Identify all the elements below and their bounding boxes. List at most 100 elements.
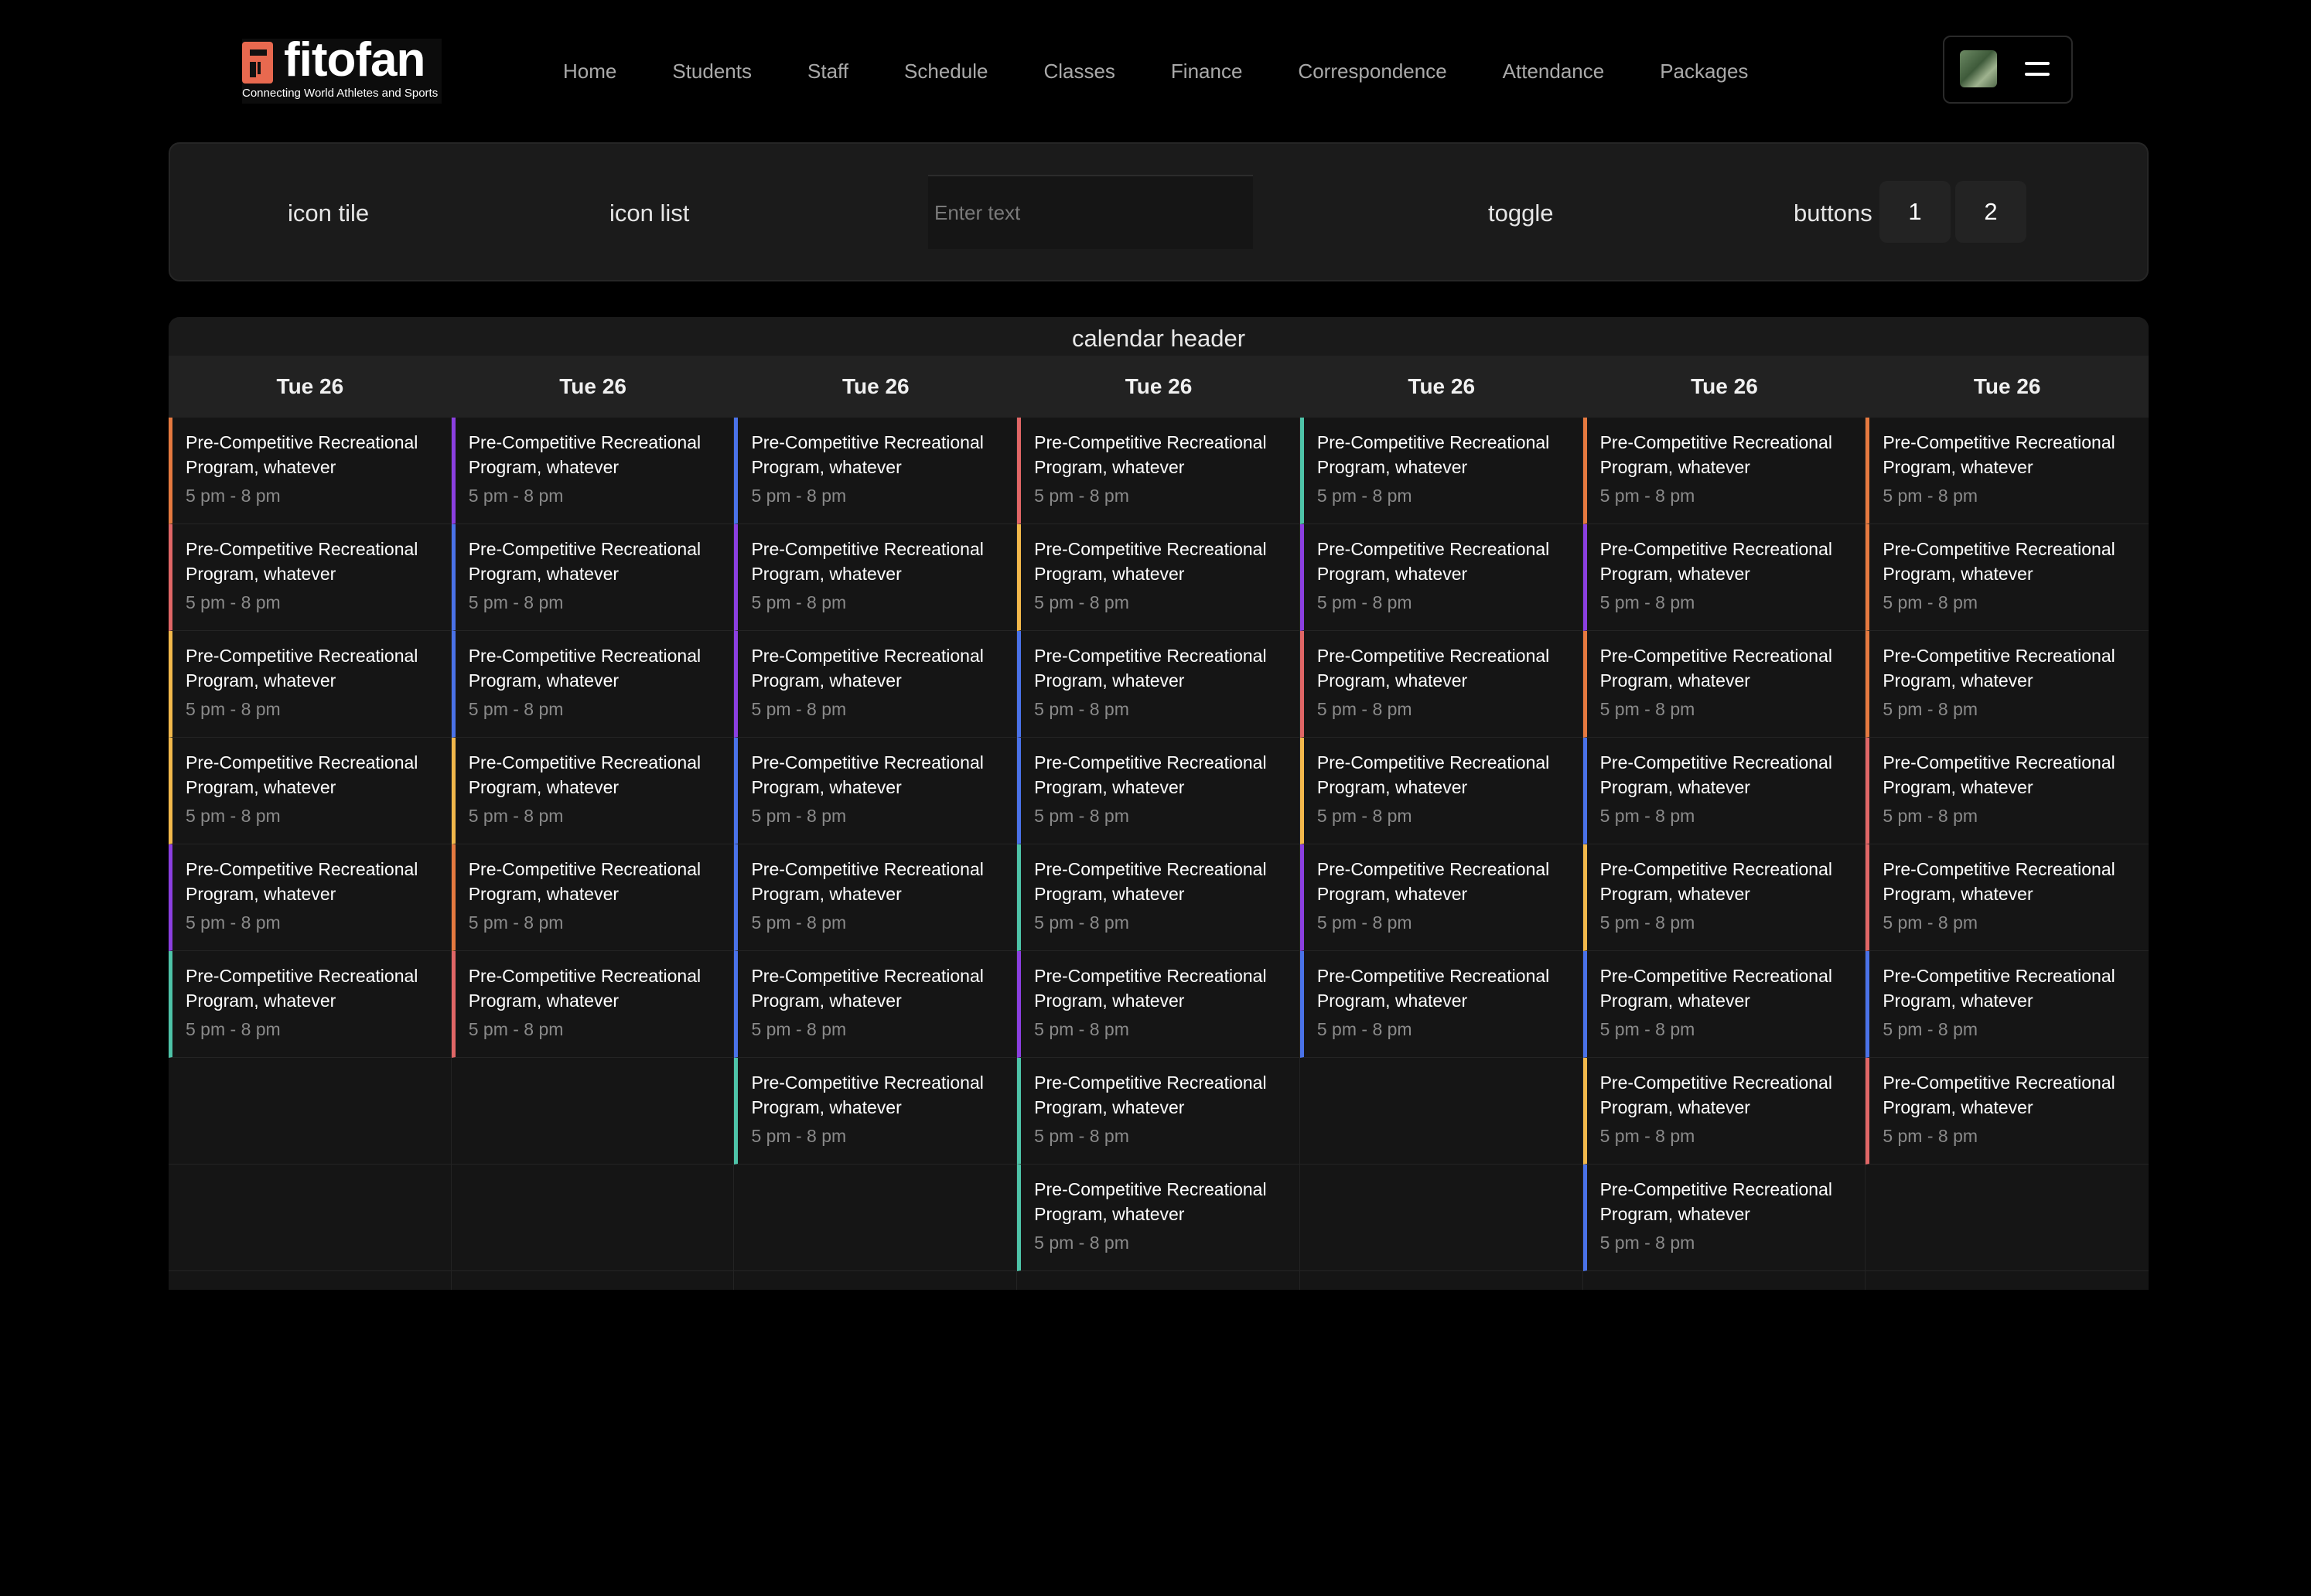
empty-slot[interactable]	[1866, 1165, 2149, 1271]
empty-slot[interactable]	[451, 1058, 734, 1165]
event-time: 5 pm - 8 pm	[468, 486, 564, 506]
day-header-row: Tue 26 Tue 26 Tue 26 Tue 26 Tue 26 Tue 2…	[169, 356, 2149, 418]
event-time: 5 pm - 8 pm	[468, 806, 564, 826]
nav-item-classes[interactable]: Classes	[1043, 56, 1115, 87]
empty-slot[interactable]	[734, 1165, 1017, 1271]
nav-item-packages[interactable]: Packages	[1660, 56, 1748, 87]
calendar-event[interactable]: Pre-Competitive Recreational Program, wh…	[169, 524, 451, 631]
button-1[interactable]: 1	[1879, 181, 1951, 243]
calendar-event[interactable]: Pre-Competitive Recreational Program, wh…	[1017, 844, 1299, 951]
calendar-event[interactable]: Pre-Competitive Recreational Program, wh…	[1866, 418, 2149, 524]
empty-slot[interactable]	[451, 1165, 734, 1271]
calendar-day-column: Pre-Competitive Recreational Program, wh…	[1582, 418, 1866, 1290]
event-time: 5 pm - 8 pm	[751, 912, 847, 933]
empty-slot[interactable]	[169, 1058, 451, 1165]
calendar-event[interactable]: Pre-Competitive Recreational Program, wh…	[1299, 844, 1582, 951]
event-title: Pre-Competitive Recreational Program, wh…	[1599, 859, 1832, 904]
icon-tile-button[interactable]: icon tile	[288, 198, 369, 229]
calendar-event[interactable]: Pre-Competitive Recreational Program, wh…	[1582, 738, 1866, 844]
nav-item-finance[interactable]: Finance	[1171, 56, 1243, 87]
calendar-event[interactable]: Pre-Competitive Recreational Program, wh…	[169, 631, 451, 738]
toggle-control[interactable]: toggle	[1488, 198, 1553, 229]
calendar-event[interactable]: Pre-Competitive Recreational Program, wh…	[1017, 1165, 1299, 1271]
event-title: Pre-Competitive Recreational Program, wh…	[468, 752, 701, 797]
button-2[interactable]: 2	[1955, 181, 2026, 243]
brand-logo[interactable]: fitofan Connecting World Athletes and Sp…	[242, 33, 442, 104]
day-header: Tue 26	[276, 374, 344, 398]
empty-slot[interactable]	[1299, 1165, 1582, 1271]
calendar-event[interactable]: Pre-Competitive Recreational Program, wh…	[1582, 951, 1866, 1058]
event-time: 5 pm - 8 pm	[1034, 699, 1129, 719]
calendar-event[interactable]: Pre-Competitive Recreational Program, wh…	[1299, 738, 1582, 844]
event-time: 5 pm - 8 pm	[1316, 1019, 1412, 1039]
calendar-event[interactable]: Pre-Competitive Recreational Program, wh…	[1866, 844, 2149, 951]
event-title: Pre-Competitive Recreational Program, wh…	[1316, 752, 1550, 797]
calendar-event[interactable]: Pre-Competitive Recreational Program, wh…	[1299, 524, 1582, 631]
event-title: Pre-Competitive Recreational Program, wh…	[751, 859, 984, 904]
calendar-event[interactable]: Pre-Competitive Recreational Program, wh…	[1017, 738, 1299, 844]
event-title: Pre-Competitive Recreational Program, wh…	[186, 752, 418, 797]
calendar-event[interactable]: Pre-Competitive Recreational Program, wh…	[1299, 418, 1582, 524]
calendar-event[interactable]: Pre-Competitive Recreational Program, wh…	[1866, 1058, 2149, 1165]
nav-item-correspondence[interactable]: Correspondence	[1298, 56, 1446, 87]
calendar-event[interactable]: Pre-Competitive Recreational Program, wh…	[1017, 951, 1299, 1058]
event-time: 5 pm - 8 pm	[1599, 1126, 1695, 1146]
calendar-event[interactable]: Pre-Competitive Recreational Program, wh…	[451, 844, 734, 951]
brand-name: fitofan	[284, 33, 425, 87]
calendar-event[interactable]: Pre-Competitive Recreational Program, wh…	[734, 951, 1017, 1058]
event-title: Pre-Competitive Recreational Program, wh…	[1599, 1073, 1832, 1117]
calendar-event[interactable]: Pre-Competitive Recreational Program, wh…	[169, 844, 451, 951]
calendar-event[interactable]: Pre-Competitive Recreational Program, wh…	[1866, 524, 2149, 631]
calendar-event[interactable]: Pre-Competitive Recreational Program, wh…	[169, 418, 451, 524]
calendar-event[interactable]: Pre-Competitive Recreational Program, wh…	[1582, 524, 1866, 631]
calendar-event[interactable]: Pre-Competitive Recreational Program, wh…	[1299, 631, 1582, 738]
calendar-event[interactable]: Pre-Competitive Recreational Program, wh…	[1017, 631, 1299, 738]
calendar-event[interactable]: Pre-Competitive Recreational Program, wh…	[169, 951, 451, 1058]
event-time: 5 pm - 8 pm	[468, 1019, 564, 1039]
day-header: Tue 26	[1973, 374, 2041, 398]
icon-list-button[interactable]: icon list	[609, 198, 689, 229]
nav-item-schedule[interactable]: Schedule	[904, 56, 988, 87]
calendar-event[interactable]: Pre-Competitive Recreational Program, wh…	[1017, 1058, 1299, 1165]
calendar-event[interactable]: Pre-Competitive Recreational Program, wh…	[1017, 524, 1299, 631]
event-title: Pre-Competitive Recreational Program, wh…	[1883, 539, 2115, 584]
event-title: Pre-Competitive Recreational Program, wh…	[1316, 646, 1550, 691]
event-time: 5 pm - 8 pm	[751, 699, 847, 719]
calendar-event[interactable]: Pre-Competitive Recreational Program, wh…	[1582, 418, 1866, 524]
calendar-event[interactable]: Pre-Competitive Recreational Program, wh…	[1582, 1165, 1866, 1271]
calendar-event[interactable]: Pre-Competitive Recreational Program, wh…	[169, 738, 451, 844]
empty-slot[interactable]	[1299, 1058, 1582, 1165]
calendar-event[interactable]: Pre-Competitive Recreational Program, wh…	[734, 738, 1017, 844]
event-title: Pre-Competitive Recreational Program, wh…	[186, 966, 418, 1011]
calendar-event[interactable]: Pre-Competitive Recreational Program, wh…	[1299, 951, 1582, 1058]
hamburger-menu-icon[interactable]	[2016, 48, 2059, 91]
nav-item-students[interactable]: Students	[672, 56, 752, 87]
calendar-event[interactable]: Pre-Competitive Recreational Program, wh…	[1582, 1058, 1866, 1165]
calendar-event[interactable]: Pre-Competitive Recreational Program, wh…	[451, 631, 734, 738]
calendar-event[interactable]: Pre-Competitive Recreational Program, wh…	[734, 418, 1017, 524]
calendar-event[interactable]: Pre-Competitive Recreational Program, wh…	[734, 1058, 1017, 1165]
event-time: 5 pm - 8 pm	[1034, 806, 1129, 826]
calendar-event[interactable]: Pre-Competitive Recreational Program, wh…	[734, 631, 1017, 738]
calendar-event[interactable]: Pre-Competitive Recreational Program, wh…	[451, 524, 734, 631]
nav-item-home[interactable]: Home	[563, 56, 616, 87]
calendar-event[interactable]: Pre-Competitive Recreational Program, wh…	[1866, 951, 2149, 1058]
avatar[interactable]	[1960, 50, 1997, 87]
calendar-grid: Pre-Competitive Recreational Program, wh…	[169, 418, 2149, 1290]
event-time: 5 pm - 8 pm	[751, 1126, 847, 1146]
event-title: Pre-Competitive Recreational Program, wh…	[1599, 1179, 1832, 1224]
search-input[interactable]	[928, 175, 1253, 249]
calendar-event[interactable]: Pre-Competitive Recreational Program, wh…	[1582, 631, 1866, 738]
nav-item-attendance[interactable]: Attendance	[1503, 56, 1605, 87]
calendar-event[interactable]: Pre-Competitive Recreational Program, wh…	[734, 524, 1017, 631]
empty-slot[interactable]	[169, 1165, 451, 1271]
calendar-event[interactable]: Pre-Competitive Recreational Program, wh…	[1866, 631, 2149, 738]
calendar-event[interactable]: Pre-Competitive Recreational Program, wh…	[1582, 844, 1866, 951]
calendar-event[interactable]: Pre-Competitive Recreational Program, wh…	[1017, 418, 1299, 524]
calendar-event[interactable]: Pre-Competitive Recreational Program, wh…	[1866, 738, 2149, 844]
calendar-event[interactable]: Pre-Competitive Recreational Program, wh…	[451, 738, 734, 844]
calendar-event[interactable]: Pre-Competitive Recreational Program, wh…	[734, 844, 1017, 951]
nav-item-staff[interactable]: Staff	[807, 56, 848, 87]
calendar-event[interactable]: Pre-Competitive Recreational Program, wh…	[451, 418, 734, 524]
calendar-event[interactable]: Pre-Competitive Recreational Program, wh…	[451, 951, 734, 1058]
